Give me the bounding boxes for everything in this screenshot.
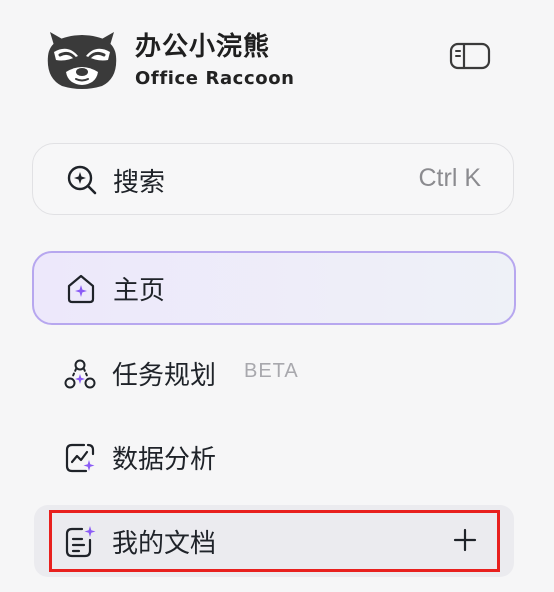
sidebar-toggle-button[interactable]	[448, 40, 492, 72]
nav-label-my-documents: 我的文档	[112, 529, 217, 559]
brand-subtitle: Office Raccoon	[135, 68, 295, 89]
nav-item-home[interactable]: 主页	[32, 251, 516, 325]
add-document-button[interactable]	[450, 525, 480, 555]
nav-label-home: 主页	[113, 276, 166, 306]
sidebar-toggle-icon	[449, 42, 491, 70]
nav-label-data-analysis: 数据分析	[112, 445, 217, 475]
search-shortcut-hint: Ctrl K	[418, 164, 482, 192]
nav-item-my-documents[interactable]: 我的文档	[34, 505, 514, 577]
search-box[interactable]: 搜索 Ctrl K	[32, 143, 514, 215]
sidebar-header: 办公小浣熊 Office Raccoon	[44, 24, 514, 96]
plus-icon	[450, 525, 480, 555]
search-label: 搜索	[113, 168, 166, 198]
data-analysis-icon	[64, 442, 96, 474]
nav-item-task-planning[interactable]: 任务规划 BETA	[32, 336, 516, 410]
nav-label-task-planning: 任务规划	[112, 361, 217, 391]
beta-badge: BETA	[244, 360, 299, 382]
task-planning-icon	[64, 358, 96, 390]
home-sparkle-icon	[65, 273, 97, 305]
document-sparkle-icon	[64, 525, 96, 558]
search-sparkle-icon	[66, 164, 98, 196]
brand-title: 办公小浣熊	[135, 32, 271, 62]
raccoon-logo-icon	[44, 26, 120, 90]
nav-item-data-analysis[interactable]: 数据分析	[32, 420, 516, 494]
